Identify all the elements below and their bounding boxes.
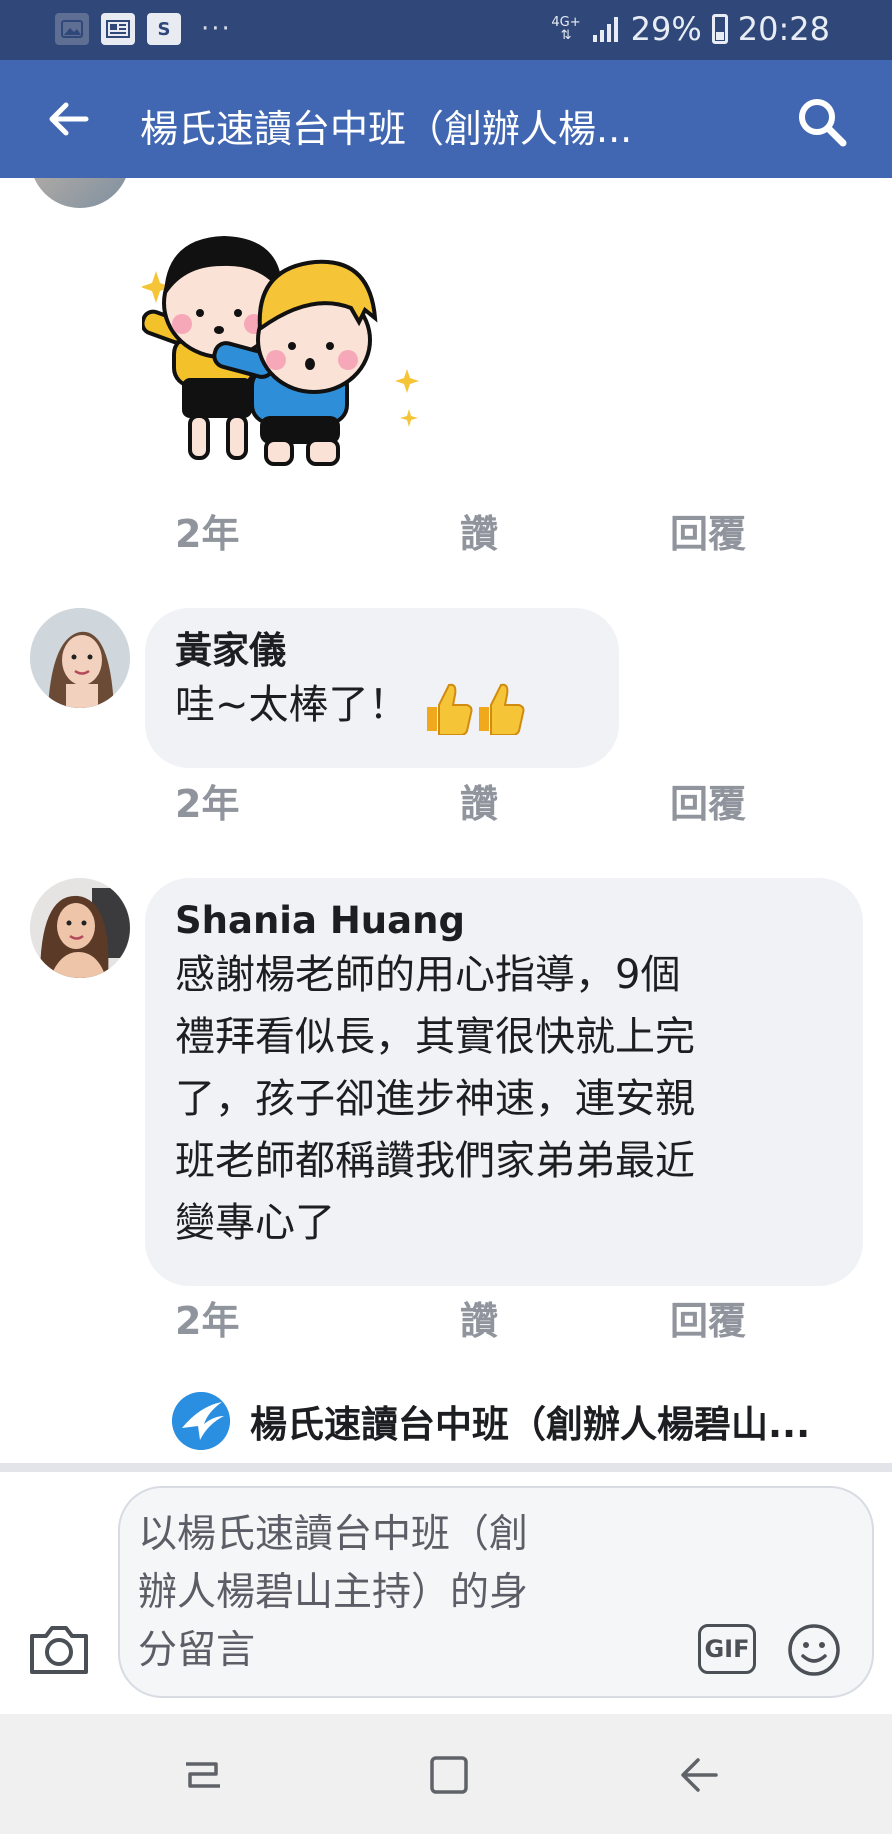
network-type: 4G+ ⇅	[551, 15, 581, 43]
page-logo-icon	[172, 1392, 230, 1450]
app-header: 楊氏速讀台中班（創辦人楊...	[0, 60, 892, 178]
like-button[interactable]: 讚	[460, 1290, 498, 1345]
page-reply-name[interactable]: 楊氏速讀台中班（創辦人楊碧山...	[250, 1394, 810, 1448]
thumbs-up-icon	[479, 683, 525, 735]
comment-text: 感謝楊老師的用心指導，9個 禮拜看似長，其實很快就上完 了，孩子卻進步神速，連安…	[175, 952, 695, 1246]
reply-button[interactable]: 回覆	[670, 773, 746, 828]
gallery-icon	[55, 13, 89, 45]
comment-time: 2年	[175, 512, 240, 556]
battery-icon	[711, 14, 728, 44]
like-button[interactable]: 讚	[460, 773, 498, 828]
avatar[interactable]	[30, 178, 130, 208]
camera-icon[interactable]	[28, 1620, 90, 1676]
page-title: 楊氏速讀台中班（創辦人楊...	[140, 107, 633, 151]
signal-icon	[592, 17, 618, 42]
comment-time: 2年	[175, 782, 240, 826]
clock: 20:28	[737, 10, 830, 48]
recent-apps-icon[interactable]	[178, 1750, 228, 1800]
news-icon	[101, 13, 135, 45]
status-bar: S ··· 4G+ ⇅ 29% 20:28	[0, 0, 892, 60]
comment-actions: 2年 讚 回覆	[175, 503, 775, 556]
back-arrow-icon[interactable]	[46, 97, 90, 141]
gif-button[interactable]: GIF	[698, 1624, 756, 1674]
comment-author[interactable]: 黃家儀	[175, 628, 589, 674]
search-icon[interactable]	[796, 96, 848, 148]
back-icon[interactable]	[674, 1750, 724, 1800]
comment-author[interactable]: Shania Huang	[175, 898, 833, 944]
avatar[interactable]	[30, 608, 130, 708]
comment-composer: 以楊氏速讀台中班（創 辦人楊碧山主持）的身 分留言 GIF	[0, 1472, 892, 1714]
like-button[interactable]: 讚	[460, 503, 498, 558]
system-nav-bar	[0, 1714, 892, 1834]
s-app-icon: S	[147, 13, 181, 45]
comment-time: 2年	[175, 1299, 240, 1343]
comments-list: 2年 讚 回覆 黃家儀 哇~太棒了！ 2年 讚 回覆 Shania Huang …	[0, 178, 892, 1463]
comment-input-placeholder: 以楊氏速讀台中班（創 辦人楊碧山主持）的身 分留言	[138, 1512, 529, 1673]
thumbs-up-icon	[427, 683, 473, 735]
divider	[0, 1463, 892, 1472]
comment-actions: 2年 讚 回覆	[175, 773, 775, 826]
cartoon-kids-sticker	[142, 236, 419, 466]
reply-button[interactable]: 回覆	[670, 503, 746, 558]
smiley-icon[interactable]	[786, 1622, 842, 1678]
reply-button[interactable]: 回覆	[670, 1290, 746, 1345]
comment-bubble[interactable]: 黃家儀 哇~太棒了！	[145, 608, 619, 768]
comment-input[interactable]: 以楊氏速讀台中班（創 辦人楊碧山主持）的身 分留言 GIF	[118, 1486, 874, 1698]
comment-text: 哇~太棒了！	[175, 674, 589, 736]
page-reply-row[interactable]: 楊氏速讀台中班（創辦人楊碧山...	[172, 1386, 892, 1456]
battery-percent: 29%	[630, 10, 702, 48]
avatar[interactable]	[30, 878, 130, 978]
home-icon[interactable]	[424, 1750, 474, 1800]
more-dots-icon: ···	[201, 14, 232, 44]
comment-bubble[interactable]: Shania Huang 感謝楊老師的用心指導，9個 禮拜看似長，其實很快就上完…	[145, 878, 863, 1286]
comment-actions: 2年 讚 回覆	[175, 1290, 775, 1343]
